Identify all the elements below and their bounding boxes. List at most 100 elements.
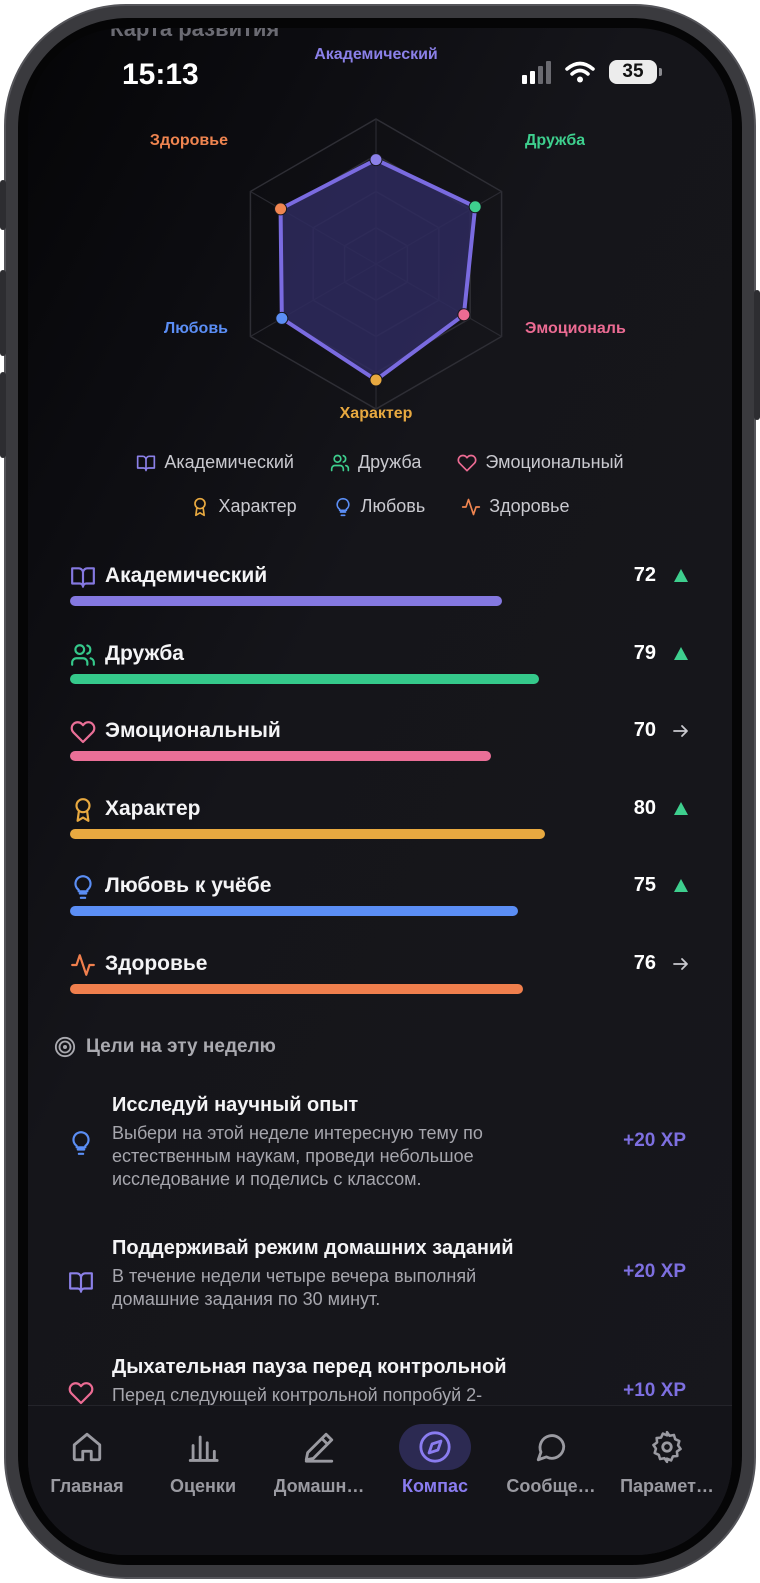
stat-progress-bar (70, 828, 545, 839)
goal-icon (68, 1130, 94, 1156)
tab-icon-container (283, 1424, 355, 1470)
radar-axis-label: Любовь (163, 320, 228, 337)
stat-row[interactable]: Любовь к учёбе 75 (70, 870, 690, 930)
stat-icon (70, 564, 96, 590)
stat-value: 79 (633, 641, 656, 664)
goal-xp-badge: +20 XP (623, 1261, 686, 1282)
stat-row[interactable]: Характер 80 (70, 793, 690, 853)
radar-point (369, 373, 383, 387)
radar-point (274, 202, 288, 216)
tab-bar: Главная Оценки Домашн… Компас Сообще… Парамет… (28, 1405, 732, 1555)
tab-icon-container (515, 1424, 587, 1470)
tab-gear[interactable]: Парамет… (608, 1424, 726, 1497)
stat-name: Характер (105, 796, 201, 820)
target-icon (54, 1036, 76, 1058)
trend-up-icon (674, 801, 688, 815)
legend-label: Дружба (357, 452, 422, 472)
tab-label: Оценки (169, 1476, 237, 1496)
legend-item: Характер (190, 496, 297, 517)
goal-description: Перед следующей контрольной попробуй 2- (112, 1385, 483, 1405)
goal-description: Выбери на этой неделе интересную тему по… (112, 1123, 483, 1189)
legend-item: Дружба (330, 452, 421, 473)
bar-chart-icon (188, 1435, 219, 1462)
book-icon (69, 1272, 93, 1293)
tab-label: Сообще… (506, 1476, 596, 1496)
gear-icon (652, 1430, 682, 1464)
stat-icon (70, 797, 96, 823)
lightbulb-icon (72, 1131, 90, 1155)
arrow-right-icon (673, 725, 688, 737)
tab-message[interactable]: Сообще… (492, 1424, 610, 1497)
tab-pencil[interactable]: Домашн… (260, 1424, 378, 1497)
goal-title: Дыхательная пауза перед контрольной (112, 1356, 507, 1378)
book-icon (137, 455, 156, 471)
radar-chart (249, 118, 503, 410)
legend-row: Характер Любовь Здоровье (28, 496, 732, 517)
stat-row[interactable]: Здоровье 76 (70, 948, 690, 1008)
stat-name: Здоровье (105, 951, 208, 975)
compass-icon (419, 1431, 451, 1463)
volume-up-button (0, 270, 6, 356)
radar-axis-label: Характер (339, 405, 413, 422)
stat-icon (70, 952, 96, 978)
legend-label: Характер (218, 496, 297, 516)
lightbulb-icon (74, 875, 92, 899)
stat-icon (70, 874, 96, 900)
tab-icon-container (167, 1424, 239, 1470)
users-icon (330, 454, 350, 471)
legend-label: Академический (164, 452, 294, 472)
legend-item: Академический (136, 452, 294, 473)
tab-label: Парамет… (620, 1476, 714, 1496)
side-button (0, 180, 6, 230)
goal-icon (68, 1380, 94, 1406)
radar-area (278, 157, 478, 382)
goals-header-label: Цели на эту неделю (86, 1036, 276, 1057)
goal-description: В течение недели четыре вечера выполняй … (112, 1266, 477, 1309)
stat-value: 72 (633, 564, 656, 586)
activity-icon (462, 498, 481, 515)
heart-icon (68, 1382, 94, 1405)
stat-row[interactable]: Дружба 79 (70, 638, 690, 698)
activity-icon (71, 953, 95, 976)
arrow-right-icon (673, 957, 688, 970)
goals-header: Цели на эту неделю (54, 1036, 276, 1058)
stat-progress-bar (70, 596, 502, 606)
legend-item: Здоровье (461, 496, 570, 517)
award-icon (75, 797, 91, 822)
tab-home[interactable]: Главная (28, 1424, 146, 1497)
legend-item: Любовь (333, 496, 426, 517)
stat-name: Академический (105, 564, 268, 587)
home-icon (72, 1432, 102, 1462)
tab-bar-chart[interactable]: Оценки (144, 1424, 262, 1497)
stat-progress-bar (70, 673, 539, 684)
radar-axis-label: Дружба (525, 132, 586, 149)
stat-progress-bar (70, 906, 518, 916)
legend-label: Любовь (360, 496, 426, 516)
radar-point (457, 308, 471, 322)
trend-up-icon (674, 879, 688, 892)
power-button (754, 290, 760, 420)
radar-point (275, 311, 289, 325)
goal-title: Поддерживай режим домашних заданий (112, 1237, 514, 1259)
stat-name: Любовь к учёбе (105, 874, 272, 897)
screen: Карта развития 15:13 35 Академический Дру… (28, 28, 732, 1555)
goal-xp-badge: +10 XP (623, 1380, 686, 1401)
goal-title: Исследуй научный опыт (112, 1094, 359, 1116)
tab-label: Домашн… (273, 1476, 365, 1496)
goal-xp-badge: +20 XP (623, 1130, 686, 1151)
tab-compass[interactable]: Компас (376, 1424, 494, 1497)
heart-icon (70, 721, 96, 744)
stat-value: 70 (633, 719, 656, 741)
stat-row[interactable]: Эмоциональный 70 (70, 715, 690, 775)
stat-progress-bar (70, 983, 523, 994)
stat-value: 76 (633, 951, 656, 974)
radar-axis-label: Академический (314, 46, 438, 63)
book-icon (71, 567, 95, 588)
stat-row[interactable]: Академический 72 (70, 560, 690, 620)
legend-item: Эмоциональный (457, 452, 624, 473)
tab-icon-container (399, 1424, 471, 1470)
pencil-icon (304, 1432, 334, 1463)
stat-name: Эмоциональный (105, 719, 281, 742)
legend-row: Академический Дружба Эмоциональный (28, 452, 732, 473)
radar-point (369, 153, 383, 167)
